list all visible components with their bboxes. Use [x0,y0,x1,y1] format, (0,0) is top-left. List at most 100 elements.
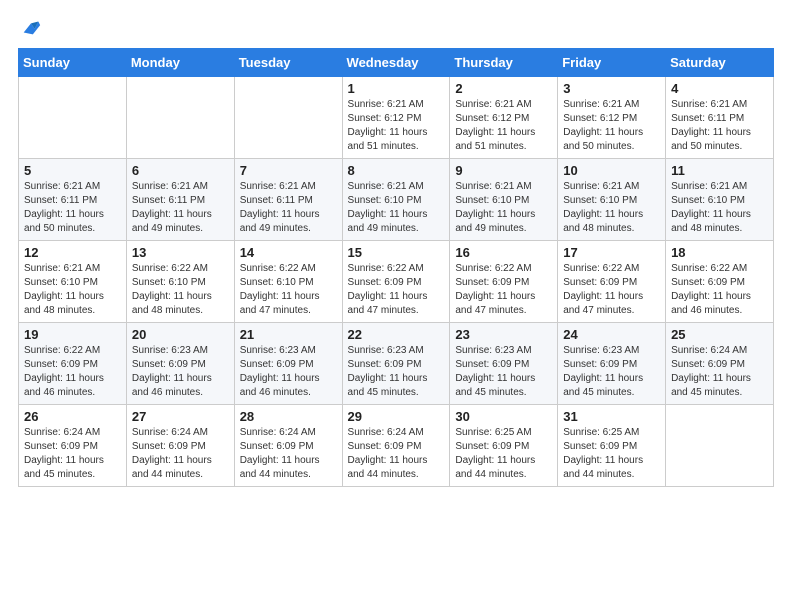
day-number: 18 [671,245,768,260]
day-info: Sunrise: 6:22 AM Sunset: 6:10 PM Dayligh… [240,262,337,318]
day-info: Sunrise: 6:22 AM Sunset: 6:09 PM Dayligh… [455,262,552,318]
calendar-cell: 17 Sunrise: 6:22 AM Sunset: 6:09 PM Dayli… [558,241,666,323]
calendar-cell: 18 Sunrise: 6:22 AM Sunset: 6:09 PM Dayli… [666,241,774,323]
day-info: Sunrise: 6:21 AM Sunset: 6:10 PM Dayligh… [563,180,660,236]
day-info: Sunrise: 6:21 AM Sunset: 6:10 PM Dayligh… [455,180,552,236]
header [18,16,774,38]
day-info: Sunrise: 6:24 AM Sunset: 6:09 PM Dayligh… [132,426,229,482]
week-row-0: 1 Sunrise: 6:21 AM Sunset: 6:12 PM Daylig… [19,77,774,159]
day-info: Sunrise: 6:23 AM Sunset: 6:09 PM Dayligh… [348,344,445,400]
calendar-cell: 4 Sunrise: 6:21 AM Sunset: 6:11 PM Daylig… [666,77,774,159]
day-info: Sunrise: 6:21 AM Sunset: 6:12 PM Dayligh… [563,98,660,154]
calendar-cell: 21 Sunrise: 6:23 AM Sunset: 6:09 PM Dayli… [234,323,342,405]
calendar-cell: 5 Sunrise: 6:21 AM Sunset: 6:11 PM Daylig… [19,159,127,241]
day-number: 7 [240,163,337,178]
day-info: Sunrise: 6:21 AM Sunset: 6:11 PM Dayligh… [671,98,768,154]
calendar-cell: 19Sunrise: 6:22 AM Sunset: 6:09 PM Dayli… [19,323,127,405]
page: SundayMondayTuesdayWednesdayThursdayFrid… [0,0,792,612]
day-number: 29 [348,409,445,424]
day-info: Sunrise: 6:23 AM Sunset: 6:09 PM Dayligh… [240,344,337,400]
day-number: 28 [240,409,337,424]
calendar-cell: 8Sunrise: 6:21 AM Sunset: 6:10 PM Daylig… [342,159,450,241]
day-number: 21 [240,327,337,342]
calendar-cell: 1 Sunrise: 6:21 AM Sunset: 6:12 PM Daylig… [342,77,450,159]
calendar-cell: 26 Sunrise: 6:24 AM Sunset: 6:09 PM Dayli… [19,405,127,487]
day-number: 27 [132,409,229,424]
day-info: Sunrise: 6:24 AM Sunset: 6:09 PM Dayligh… [240,426,337,482]
day-info: Sunrise: 6:21 AM Sunset: 6:12 PM Dayligh… [348,98,445,154]
day-number: 16 [455,245,552,260]
weekday-header-row: SundayMondayTuesdayWednesdayThursdayFrid… [19,49,774,77]
day-info: Sunrise: 6:21 AM Sunset: 6:12 PM Dayligh… [455,98,552,154]
day-info: Sunrise: 6:21 AM Sunset: 6:11 PM Dayligh… [24,180,121,236]
calendar-cell: 31 Sunrise: 6:25 AM Sunset: 6:09 PM Dayli… [558,405,666,487]
day-number: 2 [455,81,552,96]
day-info: Sunrise: 6:24 AM Sunset: 6:09 PM Dayligh… [24,426,121,482]
day-info: Sunrise: 6:21 AM Sunset: 6:10 PM Dayligh… [24,262,121,318]
calendar-cell [666,405,774,487]
day-number: 1 [348,81,445,96]
calendar-cell [126,77,234,159]
weekday-header-sunday: Sunday [19,49,127,77]
day-info: Sunrise: 6:23 AM Sunset: 6:09 PM Dayligh… [132,344,229,400]
day-info: Sunrise: 6:22 AM Sunset: 6:09 PM Dayligh… [24,344,121,400]
weekday-header-monday: Monday [126,49,234,77]
day-info: Sunrise: 6:23 AM Sunset: 6:09 PM Dayligh… [563,344,660,400]
calendar-cell: 23 Sunrise: 6:23 AM Sunset: 6:09 PM Dayli… [450,323,558,405]
day-info: Sunrise: 6:24 AM Sunset: 6:09 PM Dayligh… [671,344,768,400]
weekday-header-tuesday: Tuesday [234,49,342,77]
day-number: 11 [671,163,768,178]
day-info: Sunrise: 6:25 AM Sunset: 6:09 PM Dayligh… [455,426,552,482]
calendar-cell: 2 Sunrise: 6:21 AM Sunset: 6:12 PM Daylig… [450,77,558,159]
calendar-cell: 29 Sunrise: 6:24 AM Sunset: 6:09 PM Dayli… [342,405,450,487]
day-number: 26 [24,409,121,424]
calendar-cell: 14 Sunrise: 6:22 AM Sunset: 6:10 PM Dayli… [234,241,342,323]
day-number: 24 [563,327,660,342]
calendar-cell [234,77,342,159]
day-number: 14 [240,245,337,260]
day-number: 5 [24,163,121,178]
day-number: 6 [132,163,229,178]
day-number: 12 [24,245,121,260]
calendar-cell: 16 Sunrise: 6:22 AM Sunset: 6:09 PM Dayli… [450,241,558,323]
day-info: Sunrise: 6:22 AM Sunset: 6:10 PM Dayligh… [132,262,229,318]
calendar-cell: 28 Sunrise: 6:24 AM Sunset: 6:09 PM Dayli… [234,405,342,487]
weekday-header-thursday: Thursday [450,49,558,77]
day-info: Sunrise: 6:21 AM Sunset: 6:10 PM Dayligh… [671,180,768,236]
calendar-cell: 20 Sunrise: 6:23 AM Sunset: 6:09 PM Dayli… [126,323,234,405]
day-number: 25 [671,327,768,342]
day-number: 31 [563,409,660,424]
logo [18,16,42,38]
calendar-cell: 24 Sunrise: 6:23 AM Sunset: 6:09 PM Dayli… [558,323,666,405]
day-info: Sunrise: 6:24 AM Sunset: 6:09 PM Dayligh… [348,426,445,482]
calendar-cell: 11 Sunrise: 6:21 AM Sunset: 6:10 PM Dayli… [666,159,774,241]
calendar-cell: 7 Sunrise: 6:21 AM Sunset: 6:11 PM Daylig… [234,159,342,241]
day-number: 17 [563,245,660,260]
day-number: 15 [348,245,445,260]
day-number: 23 [455,327,552,342]
calendar-cell: 13Sunrise: 6:22 AM Sunset: 6:10 PM Dayli… [126,241,234,323]
calendar-cell: 12 Sunrise: 6:21 AM Sunset: 6:10 PM Dayli… [19,241,127,323]
logo-bird-icon [20,16,42,38]
day-info: Sunrise: 6:25 AM Sunset: 6:09 PM Dayligh… [563,426,660,482]
calendar-cell: 27 Sunrise: 6:24 AM Sunset: 6:09 PM Dayli… [126,405,234,487]
week-row-4: 26 Sunrise: 6:24 AM Sunset: 6:09 PM Dayli… [19,405,774,487]
day-info: Sunrise: 6:22 AM Sunset: 6:09 PM Dayligh… [563,262,660,318]
day-number: 20 [132,327,229,342]
calendar-cell: 9Sunrise: 6:21 AM Sunset: 6:10 PM Daylig… [450,159,558,241]
calendar-cell: 25 Sunrise: 6:24 AM Sunset: 6:09 PM Dayli… [666,323,774,405]
day-number: 30 [455,409,552,424]
day-info: Sunrise: 6:21 AM Sunset: 6:11 PM Dayligh… [240,180,337,236]
weekday-header-wednesday: Wednesday [342,49,450,77]
calendar-cell: 10 Sunrise: 6:21 AM Sunset: 6:10 PM Dayli… [558,159,666,241]
day-number: 4 [671,81,768,96]
day-info: Sunrise: 6:22 AM Sunset: 6:09 PM Dayligh… [348,262,445,318]
calendar-cell: 15 Sunrise: 6:22 AM Sunset: 6:09 PM Dayli… [342,241,450,323]
day-number: 10 [563,163,660,178]
day-info: Sunrise: 6:22 AM Sunset: 6:09 PM Dayligh… [671,262,768,318]
day-info: Sunrise: 6:23 AM Sunset: 6:09 PM Dayligh… [455,344,552,400]
calendar-table: SundayMondayTuesdayWednesdayThursdayFrid… [18,48,774,487]
calendar-cell: 3Sunrise: 6:21 AM Sunset: 6:12 PM Daylig… [558,77,666,159]
calendar-cell [19,77,127,159]
weekday-header-friday: Friday [558,49,666,77]
